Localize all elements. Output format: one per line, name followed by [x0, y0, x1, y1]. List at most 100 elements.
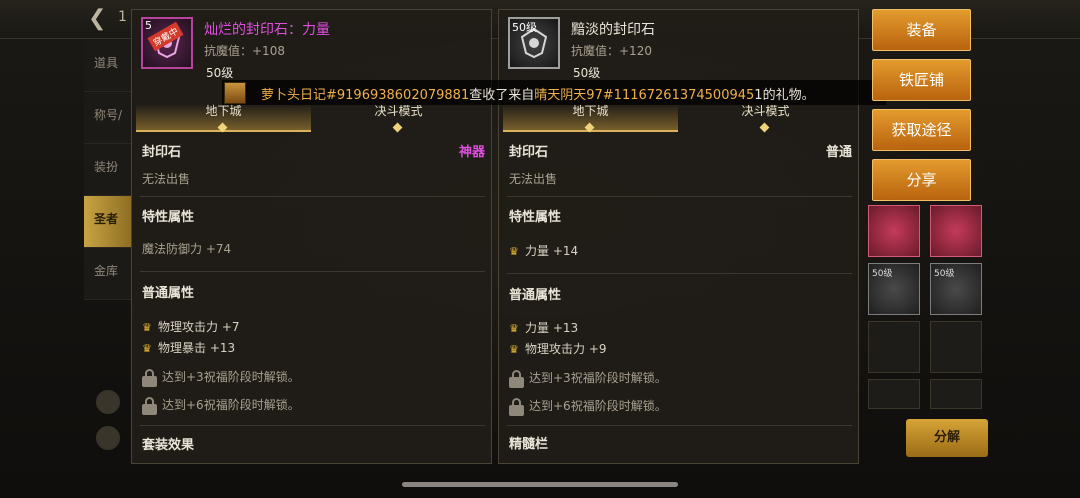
- inventory-slot[interactable]: 50级: [868, 263, 920, 315]
- special-attr-title: 特性属性: [509, 210, 562, 225]
- decompose-button[interactable]: 分解: [906, 419, 988, 457]
- item-rarity: 普通: [825, 145, 852, 160]
- normal-attr-title: 普通属性: [142, 286, 195, 301]
- crown-icon: ♛: [509, 343, 519, 356]
- inventory-slot[interactable]: [868, 379, 920, 409]
- diamond-icon: [584, 122, 595, 133]
- lock-icon: [509, 369, 525, 388]
- set-effect-title: 套装效果: [142, 438, 195, 453]
- notification-tail: 1的礼物。: [754, 88, 815, 103]
- normal-attr-title: 普通属性: [509, 288, 562, 303]
- inventory-slot[interactable]: [868, 321, 920, 373]
- item-name: 灿烂的封印石：力量: [204, 22, 330, 38]
- tab-duel[interactable]: 决斗模式: [311, 104, 486, 133]
- gift-from-name: 晴天阴天97#11167261374500945: [534, 88, 755, 103]
- home-indicator[interactable]: [402, 482, 678, 487]
- mode-tabs: 地下城 决斗模式: [136, 104, 486, 133]
- trade-status: 无法出售: [142, 172, 191, 186]
- gift-notification: 萝卜头日记#9196938602079881查收了来自晴天阴天97#111672…: [222, 80, 886, 105]
- mode-tabs: 地下城 决斗模式: [503, 104, 853, 133]
- item-level-badge: 50级: [512, 21, 537, 34]
- compare-item-tooltip: 50级 黯淡的封印石 抗魔值：+120 50级 地下城 决斗模式 封印石 普通 …: [498, 9, 859, 464]
- attr-text: 物理攻击力 +7: [158, 320, 240, 334]
- locked-slot: 达到+6祝福阶段时解锁。: [142, 396, 300, 415]
- lock-text: 达到+6祝福阶段时解锁。: [529, 399, 667, 413]
- nav-item-vault[interactable]: 金库: [84, 248, 132, 300]
- nav-item-items[interactable]: 道具: [84, 40, 132, 92]
- gift-box-icon: [224, 82, 246, 104]
- locked-slot: 达到+3祝福阶段时解锁。: [509, 369, 667, 388]
- essence-slot-title: 精髓栏: [509, 437, 549, 452]
- item-icon: 5 穿戴中: [141, 17, 193, 69]
- inventory-slot[interactable]: 50级: [930, 263, 982, 315]
- tab-label: 决斗模式: [374, 104, 423, 118]
- left-nav: 道具 称号/ 装扮 圣者 金库: [84, 40, 132, 340]
- lock-text: 达到+3祝福阶段时解锁。: [162, 370, 300, 384]
- bg-filter-icon[interactable]: [96, 390, 120, 414]
- tab-label: 决斗模式: [741, 104, 790, 118]
- divider: [507, 273, 852, 274]
- lock-icon: [509, 397, 525, 416]
- item-resist: 抗魔值：+108: [204, 44, 285, 58]
- diamond-icon: [217, 122, 228, 133]
- notification-text: 萝卜头日记#9196938602079881查收了来自晴天阴天97#111672…: [261, 84, 815, 103]
- obtain-source-button[interactable]: 获取途径: [872, 109, 971, 151]
- equip-button[interactable]: 装备: [872, 9, 971, 51]
- divider: [140, 196, 485, 197]
- divider: [507, 425, 852, 426]
- tab-duel[interactable]: 决斗模式: [678, 104, 853, 133]
- special-attr: ♛ 力量 +14: [509, 242, 578, 259]
- inventory-slot[interactable]: [930, 321, 982, 373]
- slot-level: 50级: [934, 269, 955, 279]
- locked-slot: 达到+3祝福阶段时解锁。: [142, 368, 300, 387]
- divider: [507, 196, 852, 197]
- diamond-icon: [392, 122, 403, 133]
- divider: [140, 271, 485, 272]
- attr-text: 力量 +13: [525, 321, 579, 335]
- crown-icon: ♛: [509, 322, 519, 335]
- inventory-slot[interactable]: [930, 205, 982, 257]
- blacksmith-button[interactable]: 铁匠铺: [872, 59, 971, 101]
- normal-attr: ♛ 物理攻击力 +9: [509, 340, 607, 357]
- lock-icon: [142, 368, 158, 387]
- inventory-slot[interactable]: [868, 205, 920, 257]
- item-rarity: 神器: [458, 145, 485, 160]
- back-arrow-icon[interactable]: ❮: [88, 6, 114, 32]
- special-attr-title: 特性属性: [142, 210, 195, 225]
- attr-text: 物理攻击力 +9: [525, 342, 607, 356]
- crown-icon: ♛: [509, 245, 519, 258]
- normal-attr: ♛ 力量 +13: [509, 319, 578, 336]
- inventory-slot[interactable]: [930, 379, 982, 409]
- tab-dungeon[interactable]: 地下城: [136, 104, 311, 133]
- item-level-badge: 5: [145, 19, 152, 32]
- trade-status: 无法出售: [509, 172, 558, 186]
- item-level: 50级: [206, 66, 234, 80]
- item-icon: 50级: [508, 17, 560, 69]
- attr-text: 力量 +14: [525, 244, 579, 258]
- item-level: 50级: [573, 66, 601, 80]
- nav-item-avatar[interactable]: 装扮: [84, 144, 132, 196]
- lock-text: 达到+3祝福阶段时解锁。: [529, 371, 667, 385]
- tab-dungeon[interactable]: 地下城: [503, 104, 678, 133]
- nav-item-saint[interactable]: 圣者: [84, 196, 132, 248]
- lock-icon: [142, 396, 158, 415]
- equipped-item-tooltip: 5 穿戴中 灿烂的封印石：力量 抗魔值：+108 50级 地下城 决斗模式 封印…: [131, 9, 492, 464]
- normal-attr: ♛ 物理攻击力 +7: [142, 318, 240, 335]
- attr-text: 物理暴击 +13: [158, 341, 236, 355]
- nav-item-titles[interactable]: 称号/: [84, 92, 132, 144]
- page-title: 1: [118, 9, 127, 25]
- item-resist: 抗魔值：+120: [571, 44, 652, 58]
- crown-icon: ♛: [142, 342, 152, 355]
- slot-level: 50级: [872, 269, 893, 279]
- share-button[interactable]: 分享: [872, 159, 971, 201]
- tab-label: 地下城: [572, 104, 609, 118]
- item-type: 封印石: [509, 145, 549, 160]
- item-name: 黯淡的封印石: [571, 22, 655, 38]
- tab-label: 地下城: [205, 104, 242, 118]
- lock-text: 达到+6祝福阶段时解锁。: [162, 398, 300, 412]
- sender-name: 萝卜头日记#9196938602079881: [261, 88, 470, 103]
- crown-icon: ♛: [142, 321, 152, 334]
- bg-sort-icon[interactable]: [96, 426, 120, 450]
- divider: [140, 425, 485, 426]
- notification-verb: 查收了来自: [469, 88, 535, 103]
